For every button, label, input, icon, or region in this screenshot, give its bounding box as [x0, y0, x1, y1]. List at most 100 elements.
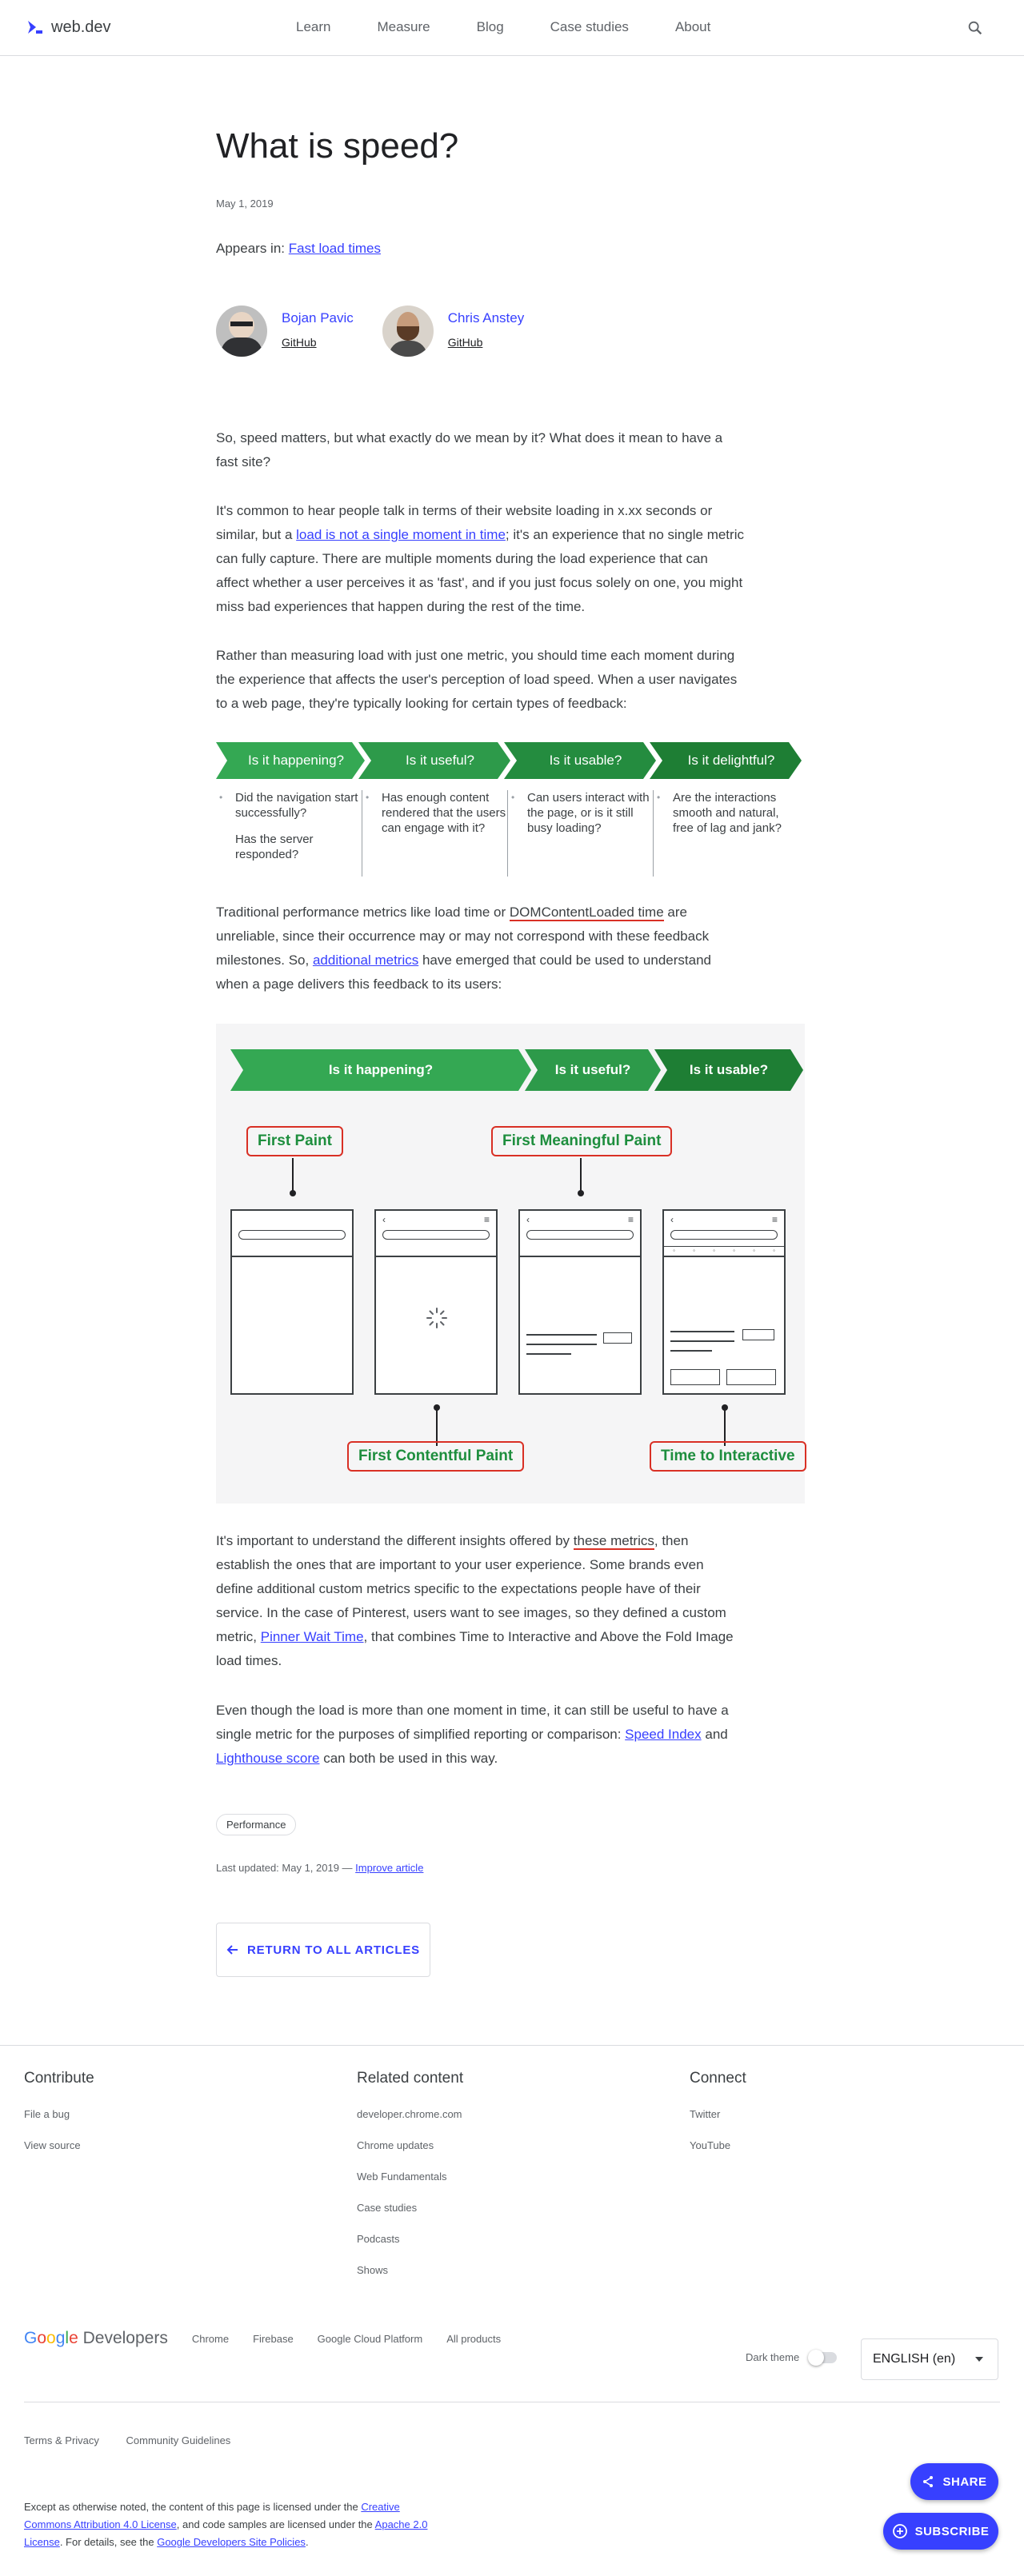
- diagram-stage-happening: Is it happening?: [328, 1062, 434, 1077]
- flow-column: Has enough content rendered that the use…: [362, 790, 507, 877]
- text: , and code samples are licensed under th…: [176, 2518, 375, 2530]
- footer-link[interactable]: developer.chrome.com: [357, 2108, 463, 2120]
- footer-link[interactable]: View source: [24, 2139, 94, 2151]
- flow-item: Are the interactions smooth and natural,…: [657, 790, 798, 836]
- highlighted-term: these metrics: [573, 1533, 654, 1550]
- subscribe-button[interactable]: SUBSCRIBE: [883, 2513, 998, 2550]
- subscribe-icon: [892, 2524, 907, 2538]
- arrow-left-icon: [226, 1945, 238, 1955]
- site-policies-link[interactable]: Google Developers Site Policies: [157, 2536, 306, 2548]
- connector: [724, 1408, 726, 1446]
- google-developers-bar: Google Developers Chrome Firebase Google…: [24, 2329, 525, 2348]
- footer-link[interactable]: Podcasts: [357, 2233, 463, 2245]
- footer-link[interactable]: Web Fundamentals: [357, 2171, 463, 2183]
- tag-chip[interactable]: Performance: [216, 1814, 297, 1835]
- author-name[interactable]: Chris Anstey: [448, 310, 524, 326]
- language-value: ENGLISH (en): [873, 2352, 956, 2366]
- google-developers-logo[interactable]: Google Developers: [24, 2329, 168, 2348]
- subscribe-label: SUBSCRIBE: [914, 2524, 990, 2538]
- author-name[interactable]: Bojan Pavic: [282, 310, 354, 326]
- gdev-link-chrome[interactable]: Chrome: [192, 2333, 229, 2345]
- paragraph: Traditional performance metrics like loa…: [216, 901, 744, 996]
- diagram-stage-usable: Is it usable?: [689, 1062, 769, 1077]
- return-label: RETURN TO ALL ARTICLES: [247, 1943, 420, 1957]
- footer-link[interactable]: Twitter: [690, 2108, 746, 2120]
- share-icon: [923, 2476, 934, 2487]
- footer-column-related: Related content developer.chrome.com Chr…: [357, 2070, 463, 2295]
- appears-in-link[interactable]: Fast load times: [289, 241, 381, 256]
- flow-item: Can users interact with the page, or is …: [511, 790, 653, 836]
- text: .: [305, 2536, 309, 2548]
- footer-link[interactable]: File a bug: [24, 2108, 94, 2120]
- appears-in: Appears in: Fast load times: [216, 241, 381, 257]
- text: . For details, see the: [59, 2536, 158, 2548]
- caret-down-icon: [975, 2357, 983, 2362]
- footer-column-title: Related content: [357, 2070, 464, 2087]
- flow-item: Has enough content rendered that the use…: [366, 790, 507, 836]
- diagram-stage-useful: Is it useful?: [554, 1062, 631, 1077]
- gdev-link-gcp[interactable]: Google Cloud Platform: [318, 2333, 423, 2345]
- footer-column-title: Contribute: [24, 2070, 94, 2087]
- web-dev-logo-icon: [28, 21, 42, 34]
- share-button[interactable]: SHARE: [910, 2463, 998, 2500]
- improve-article-link[interactable]: Improve article: [355, 1862, 423, 1874]
- return-to-articles-button[interactable]: RETURN TO ALL ARTICLES: [216, 1923, 430, 1977]
- last-updated: Last updated: May 1, 2019 — Improve arti…: [216, 1862, 423, 1874]
- pinner-wait-time-link[interactable]: Pinner Wait Time: [261, 1629, 364, 1644]
- paragraph: It's common to hear people talk in terms…: [216, 499, 744, 619]
- author-github-link[interactable]: GitHub: [282, 336, 354, 349]
- text: Except as otherwise noted, the content o…: [24, 2501, 362, 2513]
- speed-index-link[interactable]: Speed Index: [625, 1727, 701, 1742]
- flow-stage-useful: Is it useful?: [406, 753, 474, 768]
- authors: Bojan Pavic GitHub Chris Anstey GitHub: [216, 306, 553, 357]
- gdev-link-all-products[interactable]: All products: [446, 2333, 501, 2345]
- community-guidelines-link[interactable]: Community Guidelines: [126, 2434, 231, 2446]
- terms-privacy-link[interactable]: Terms & Privacy: [24, 2434, 99, 2446]
- dark-theme-toggle[interactable]: [808, 2350, 837, 2366]
- paragraph: It's important to understand the differe…: [216, 1529, 744, 1673]
- text: can both be used in this way.: [319, 1751, 498, 1766]
- connector: [292, 1158, 294, 1193]
- text: Last updated: May 1, 2019 —: [216, 1862, 356, 1874]
- nav-case-studies[interactable]: Case studies: [550, 19, 629, 35]
- first-paint-label: First Paint: [246, 1126, 343, 1156]
- nav-about[interactable]: About: [675, 19, 710, 35]
- flow-item: Did the navigation start successfully?: [219, 790, 362, 821]
- terms-links: Terms & Privacy Community Guidelines: [24, 2434, 254, 2446]
- page-title: What is speed?: [216, 126, 459, 166]
- nav-learn[interactable]: Learn: [296, 19, 330, 35]
- nav-measure[interactable]: Measure: [377, 19, 430, 35]
- logo[interactable]: web.dev: [26, 18, 111, 37]
- text: It's important to understand the differe…: [216, 1533, 574, 1548]
- footer-link[interactable]: YouTube: [690, 2139, 746, 2151]
- author-card: Bojan Pavic GitHub: [216, 306, 354, 357]
- flow-item: Has the server responded?: [235, 833, 314, 861]
- nav-blog[interactable]: Blog: [477, 19, 504, 35]
- gdev-link-firebase[interactable]: Firebase: [253, 2333, 294, 2345]
- paragraph: Even though the load is more than one mo…: [216, 1699, 744, 1771]
- footer-link[interactable]: Shows: [357, 2264, 463, 2276]
- logo-text: web.dev: [51, 18, 111, 36]
- connector-dot: [578, 1190, 584, 1196]
- additional-metrics-link[interactable]: additional metrics: [313, 953, 418, 968]
- text: and: [701, 1727, 728, 1742]
- author-card: Chris Anstey GitHub: [382, 306, 524, 357]
- phone-frame: [230, 1209, 354, 1395]
- search-icon[interactable]: [966, 19, 984, 37]
- paragraph: Rather than measuring load with just one…: [216, 648, 738, 711]
- author-github-link[interactable]: GitHub: [448, 336, 524, 349]
- dark-theme-label: Dark theme: [746, 2351, 800, 2363]
- flow-column: Are the interactions smooth and natural,…: [653, 790, 798, 877]
- load-moment-link[interactable]: load is not a single moment in time: [296, 527, 506, 542]
- footer-column-title: Connect: [690, 2070, 746, 2087]
- time-to-interactive-label: Time to Interactive: [650, 1441, 806, 1472]
- feedback-flow: Is it happening? Is it useful? Is it usa…: [216, 742, 808, 878]
- footer-link[interactable]: Chrome updates: [357, 2139, 463, 2151]
- flow-stage-happening: Is it happening?: [247, 753, 345, 768]
- avatar: [216, 306, 267, 357]
- site-header: web.dev Learn Measure Blog Case studies …: [0, 0, 1024, 56]
- lighthouse-score-link[interactable]: Lighthouse score: [216, 1751, 319, 1766]
- footer-link[interactable]: Case studies: [357, 2202, 463, 2214]
- paragraph: So, speed matters, but what exactly do w…: [216, 430, 723, 469]
- language-select[interactable]: ENGLISH (en): [861, 2338, 998, 2380]
